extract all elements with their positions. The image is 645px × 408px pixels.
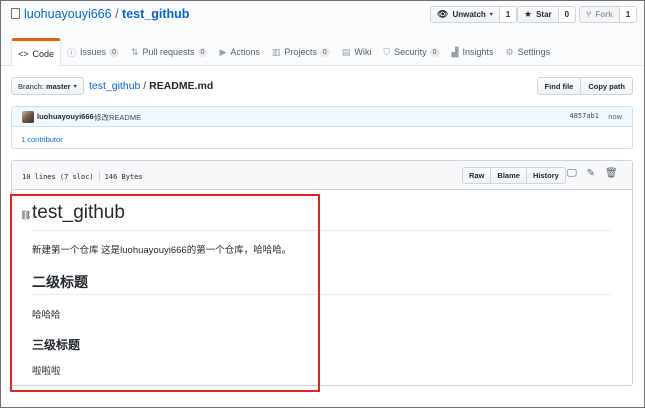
branch-label: Branch: [18,81,44,91]
raw-button[interactable]: Raw [462,167,492,184]
star-button[interactable]: ★ Star [517,6,559,23]
fork-group: ⑂ Fork 1 [579,6,638,23]
breadcrumb: test_github / README.md [89,80,213,92]
tab-code[interactable]: <> Code [11,38,62,67]
repo-owner-link[interactable]: luohuayouyi666 [24,7,112,21]
repo-header: luohuayouyi666 / test_github 👁 Unwatch ▾ 1… [1,1,644,67]
repo-icon [11,8,20,19]
copy-path-button[interactable]: Copy path [581,77,633,95]
blame-button[interactable]: Blame [491,167,527,184]
gear-icon: ⚙ [505,46,514,57]
file-button-group: Raw Blame History [462,167,566,184]
star-icon: ★ [524,9,533,19]
avatar[interactable] [22,111,34,123]
file-navigation: Branch: master ▾ test_github / README.md … [11,77,633,95]
tab-label: Issues [80,47,107,57]
trash-icon[interactable]: 🗑 [605,168,618,179]
annotation-highlight-box [10,194,320,392]
fork-icon: ⑂ [586,9,592,19]
issue-icon: ⓘ [67,47,77,58]
star-count[interactable]: 0 [558,6,577,23]
tab-label: Wiki [354,47,372,57]
book-icon: ▤ [341,46,351,57]
tab-label: Code [32,48,55,59]
breadcrumb-separator: / [143,80,147,92]
file-header: 10 lines (7 sloc) 146 Bytes Raw Blame His… [12,161,632,190]
commit-sha[interactable]: 4857ab1 [569,112,599,120]
commit-message[interactable]: 修改README [94,112,141,123]
commit-summary: luohuayouyi666 修改README 4857ab1 now [12,107,632,127]
code-icon: <> [18,48,29,59]
star-group: ★ Star 0 [517,6,577,23]
eye-icon: 👁 [437,9,449,19]
tab-counter: 0 [197,47,208,57]
tab-insights[interactable]: ▟ Insights [446,38,500,66]
tab-counter: 0 [109,47,119,57]
play-icon: ▶ [219,46,227,57]
tab-label: Insights [462,47,494,57]
repo-name-link[interactable]: test_github [122,7,189,21]
file-size: 146 Bytes [104,173,143,181]
tab-label: Settings [517,47,551,57]
project-icon: ▥ [271,46,281,57]
divider [98,171,100,181]
fork-count[interactable]: 1 [619,6,638,23]
branch-value: master [45,81,71,91]
fork-button[interactable]: ⑂ Fork [579,6,620,23]
pencil-icon[interactable]: ✎ [587,168,595,179]
tab-actions[interactable]: ▶ Actions [213,38,265,66]
breadcrumb-repo-link[interactable]: test_github [89,80,140,92]
breadcrumb-file: README.md [149,80,214,92]
branch-select-button[interactable]: Branch: master ▾ [11,77,84,95]
tab-label: Pull requests [142,47,195,57]
fork-label: Fork [595,10,613,19]
find-file-button[interactable]: Find file [536,77,582,95]
contributors-link[interactable]: 1 contributor [21,135,63,144]
file-lines: 10 lines (7 sloc) [22,173,94,181]
tab-issues[interactable]: ⓘ Issues 0 [61,38,125,66]
tab-label: Security [394,47,427,57]
watch-group: 👁 Unwatch ▾ 1 [430,6,518,23]
shield-icon: ⛉ [383,46,391,57]
tab-projects[interactable]: ▥ Projects 0 [266,38,336,66]
commit-author[interactable]: luohuayouyi666 [37,112,94,121]
history-button[interactable]: History [526,167,566,184]
tab-counter: 0 [429,47,440,57]
tab-label: Actions [230,47,260,57]
tab-wiki[interactable]: ▤ Wiki [336,38,378,66]
watch-count[interactable]: 1 [499,6,518,23]
file-nav-buttons: Find file Copy path [536,77,633,95]
pull-request-icon: ⇅ [130,46,139,57]
commit-tease: luohuayouyi666 修改README 4857ab1 now 1 co… [11,106,633,149]
repo-title: luohuayouyi666 / test_github [11,7,189,21]
tab-settings[interactable]: ⚙ Settings [499,38,556,66]
file-icon-actions: 🖵 ✎ 🗑 [567,168,618,179]
file-info: 10 lines (7 sloc) 146 Bytes [22,171,143,181]
caret-down-icon: ▾ [73,83,77,90]
repo-nav-tabs: <> Code ⓘ Issues 0 ⇅ Pull requests 0 ▶ Actions… [11,38,556,67]
caret-down-icon: ▾ [489,12,493,18]
desktop-icon[interactable]: 🖵 [567,168,577,179]
repo-separator: / [115,7,119,21]
watch-button[interactable]: 👁 Unwatch ▾ [430,6,500,23]
tab-pull-requests[interactable]: ⇅ Pull requests 0 [125,38,213,66]
tab-security[interactable]: ⛉ Security 0 [377,38,445,66]
graph-icon: ▟ [451,46,459,57]
watch-label: Unwatch [452,10,486,19]
tab-label: Projects [284,47,317,57]
tab-counter: 0 [319,47,330,57]
star-label: Star [536,10,552,19]
commit-time: now [608,112,622,121]
